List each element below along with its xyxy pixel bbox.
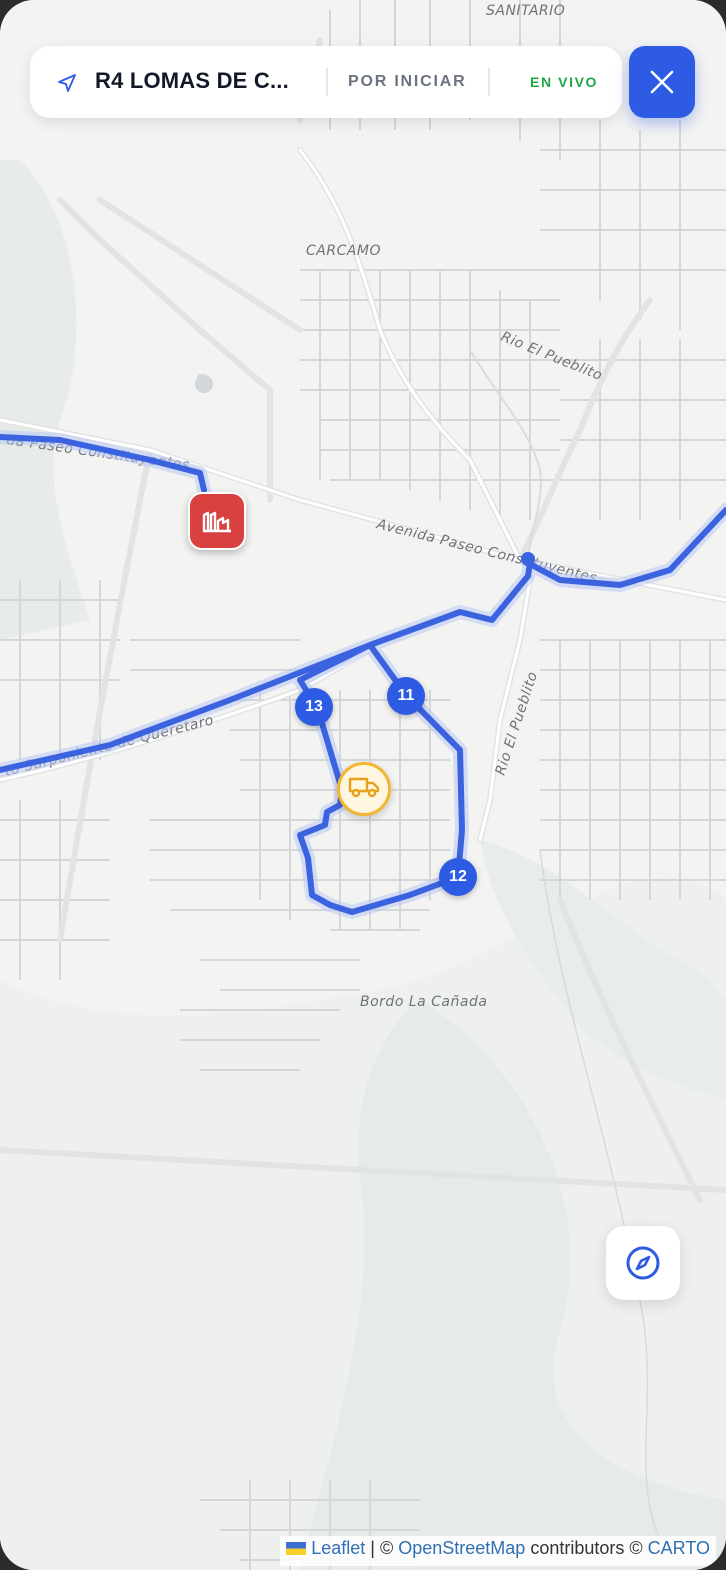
divider [326, 68, 328, 96]
leaflet-link[interactable]: Leaflet [311, 1538, 365, 1558]
osm-link[interactable]: OpenStreetMap [398, 1538, 525, 1558]
route-status: POR INICIAR [348, 73, 467, 90]
map-label-bordo-la-canada: Bordo La Cañada [360, 994, 487, 1010]
attribution-contributors: contributors © [525, 1538, 648, 1558]
factory-icon [202, 511, 231, 533]
plant-marker[interactable] [188, 492, 246, 550]
truck-icon [348, 777, 380, 798]
vehicle-marker[interactable] [337, 762, 391, 816]
recenter-button[interactable] [606, 1226, 680, 1300]
compass-icon [626, 1246, 660, 1280]
route-header: R4 LOMAS DE C... POR INICIAR EN VIVO [30, 46, 622, 118]
divider [488, 68, 490, 96]
stop-marker-11[interactable]: 11 [387, 677, 425, 715]
stop-marker-13[interactable]: 13 [295, 688, 333, 726]
stop-marker-12[interactable]: 12 [439, 858, 477, 896]
carto-link[interactable]: CARTO [648, 1538, 710, 1558]
route-title[interactable]: R4 LOMAS DE C... [95, 68, 289, 94]
map-label-sanitario: SANITARIO [486, 3, 565, 19]
map-label-carcamo: CARCAMO [306, 243, 381, 259]
attribution-separator: | © [365, 1538, 399, 1558]
close-icon [650, 70, 674, 94]
ukraine-flag-icon [286, 1542, 307, 1555]
map-attribution: Leaflet | © OpenStreetMap contributors ©… [280, 1536, 716, 1566]
close-button[interactable] [629, 46, 695, 118]
map-screen: SANITARIO CARCAMO Rio El Pueblito da Pas… [0, 0, 726, 1570]
navigation-arrow-icon [58, 74, 76, 92]
live-badge: EN VIVO [530, 74, 598, 90]
